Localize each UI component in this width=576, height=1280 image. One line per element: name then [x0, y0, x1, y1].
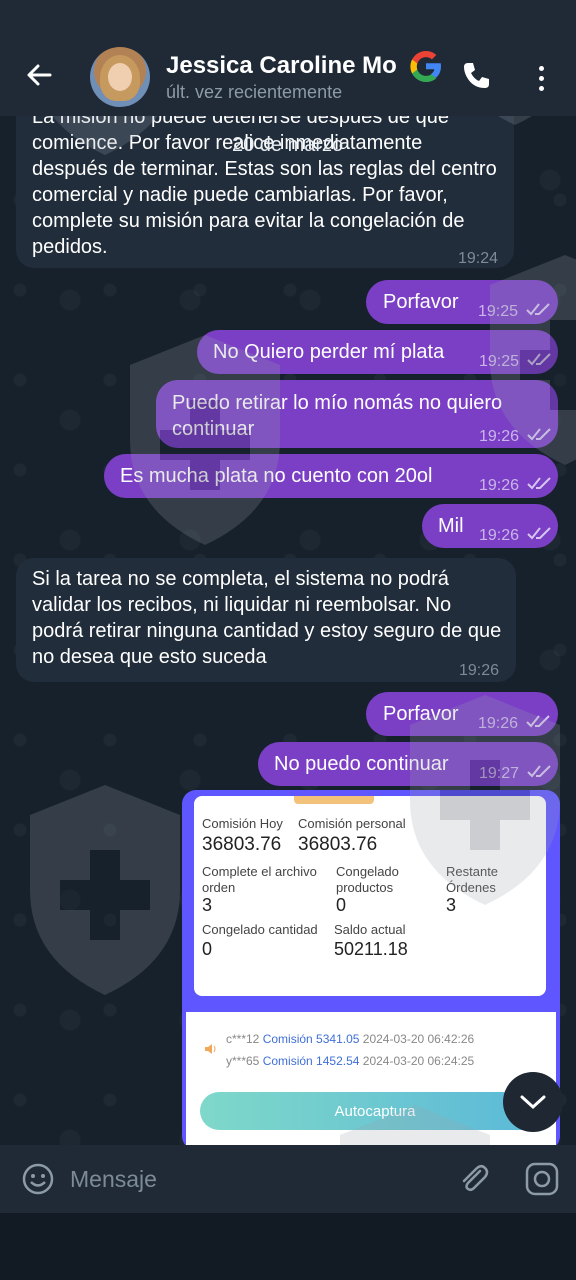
congelado-label-1: Congelado — [336, 864, 399, 879]
chat-header: Jessica Caroline Mo últ. vez recientemen… — [0, 0, 576, 116]
emoji-icon[interactable] — [20, 1161, 56, 1197]
back-arrow-icon — [27, 64, 52, 86]
message-text: No puedo continuar — [274, 753, 449, 775]
message-time: 19:25 — [479, 353, 520, 370]
message-text: No Quiero perder mí plata — [213, 341, 445, 363]
more-options-button[interactable] — [526, 60, 556, 96]
congelado-cantidad-value: 0 — [202, 939, 213, 959]
message-time: 19:26 — [479, 527, 520, 544]
screenshot-records: c***12 Comisión 5341.05 2024-03-20 06:42… — [186, 1012, 556, 1145]
paperclip-icon[interactable] — [456, 1161, 492, 1197]
message-text: La misión no puede detenerse después de … — [32, 106, 497, 258]
message-text: Mil — [438, 515, 464, 537]
congelado-cantidad-label: Congelado cantidad — [202, 922, 318, 937]
screenshot-card: Comisión Hoy 36803.76 Comisión personal … — [194, 796, 546, 996]
complete-value: 3 — [202, 895, 213, 915]
message-outgoing[interactable]: Porfavor 19:26 — [366, 692, 558, 736]
google-icon — [410, 51, 441, 82]
read-ticks-icon — [527, 428, 551, 441]
saldo-actual-value: 50211.18 — [334, 939, 408, 959]
congelado-label-2: productos — [336, 880, 394, 895]
message-text: Es mucha plata no cuento con 20ol — [120, 465, 433, 487]
record-date: 2024-03-20 06:24:25 — [362, 1054, 475, 1068]
message-time: 19:26 — [479, 428, 520, 445]
message-outgoing[interactable]: Mil 19:26 — [422, 504, 558, 548]
message-outgoing[interactable]: No puedo continuar 19:27 — [258, 742, 558, 786]
message-outgoing[interactable]: No Quiero perder mí plata 19:25 — [197, 330, 558, 374]
message-text: Porfavor — [383, 703, 459, 725]
image-message[interactable]: Comisión Hoy 36803.76 Comisión personal … — [182, 790, 560, 1145]
read-ticks-icon — [527, 765, 551, 778]
camera-icon[interactable] — [522, 1159, 562, 1199]
message-text: Si la tarea no se completa, el sistema n… — [32, 568, 502, 668]
phone-call-icon[interactable] — [458, 58, 494, 94]
contact-name[interactable]: Jessica Caroline Mo — [166, 52, 416, 80]
complete-label-2: orden — [202, 880, 236, 895]
contact-status: últ. vez recientemente — [166, 82, 343, 102]
message-outgoing[interactable]: Porfavor 19:25 — [366, 280, 558, 324]
read-ticks-icon — [527, 527, 551, 540]
read-ticks-icon — [527, 477, 551, 490]
message-time: 19:27 — [479, 765, 520, 782]
message-text: Porfavor — [383, 291, 459, 313]
record-user: y***65 — [226, 1054, 260, 1068]
record-row: c***12 Comisión 5341.05 2024-03-20 06:42… — [226, 1032, 474, 1046]
congelado-value: 0 — [336, 895, 347, 915]
message-input[interactable] — [70, 1163, 430, 1195]
record-row: y***65 Comisión 1452.54 2024-03-20 06:24… — [226, 1054, 474, 1068]
read-ticks-icon — [526, 715, 550, 728]
speaker-icon — [205, 1044, 216, 1054]
message-outgoing[interactable]: Es mucha plata no cuento con 20ol 19:26 — [104, 454, 558, 498]
read-ticks-icon — [527, 353, 551, 366]
chat-area[interactable]: La misión no puede detenerse después de … — [0, 0, 576, 1145]
comision-personal-value: 36803.76 — [298, 834, 378, 855]
date-pill: 20 de marzo — [232, 134, 344, 156]
saldo-actual-label: Saldo actual — [334, 922, 406, 937]
message-time: 19:24 — [457, 250, 498, 267]
message-incoming[interactable]: La misión no puede detenerse después de … — [16, 92, 514, 268]
read-ticks-icon — [526, 303, 550, 316]
restante-label-2: Órdenes — [446, 880, 496, 895]
message-incoming[interactable]: Si la tarea no se completa, el sistema n… — [16, 558, 516, 682]
message-outgoing[interactable]: Puedo retirar lo mío nomás no quiero con… — [156, 380, 558, 448]
comision-hoy-value: 36803.76 — [202, 834, 282, 855]
restante-label-1: Restante — [446, 864, 499, 879]
message-time: 19:26 — [459, 662, 500, 679]
message-time: 19:26 — [478, 715, 519, 732]
avatar[interactable] — [90, 47, 150, 107]
record-user: c***12 — [226, 1032, 260, 1046]
record-date: 2024-03-20 06:42:26 — [362, 1032, 475, 1046]
restante-value: 3 — [446, 895, 457, 915]
scroll-down-button[interactable] — [503, 1072, 563, 1132]
back-button[interactable] — [22, 58, 56, 92]
record-comision: Comisión 1452.54 — [262, 1054, 360, 1068]
message-time: 19:26 — [479, 477, 520, 494]
record-comision: Comisión 5341.05 — [262, 1032, 360, 1046]
message-composer — [0, 1145, 576, 1213]
system-nav-bar — [0, 1213, 576, 1280]
chevron-down-icon — [520, 1095, 546, 1110]
complete-label-1: Complete el archivo — [202, 864, 317, 879]
message-time: 19:25 — [478, 303, 519, 320]
autocaptura-button: Autocaptura — [200, 1092, 550, 1130]
comision-personal-label: Comisión personal — [298, 816, 406, 831]
comision-hoy-label: Comisión Hoy — [202, 816, 283, 831]
